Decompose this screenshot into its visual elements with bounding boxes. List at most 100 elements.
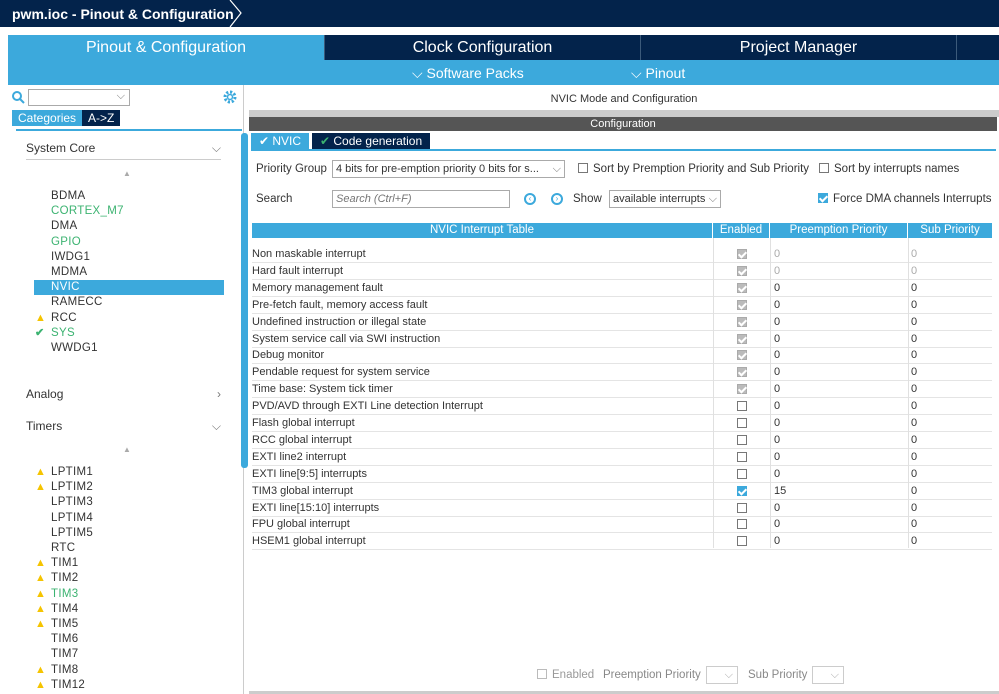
preemption-priority[interactable]: 0 xyxy=(774,500,780,517)
enabled-checkbox[interactable] xyxy=(737,536,747,547)
preemption-priority[interactable]: 0 xyxy=(774,331,780,348)
pinout-menu[interactable]: ⌵ Pinout xyxy=(631,61,685,85)
table-row[interactable]: EXTI line2 interrupt 0 0 xyxy=(252,449,992,466)
tab-nvic[interactable]: ✔ NVIC xyxy=(251,133,310,149)
search-input[interactable] xyxy=(332,190,510,208)
sub-priority[interactable]: 0 xyxy=(911,297,917,314)
show-select[interactable]: available interrupts ⌵ xyxy=(609,190,721,208)
scroll-up-icon[interactable]: ▲ xyxy=(123,445,131,454)
sidebar-item-tim1[interactable]: ▲ TIM1 xyxy=(34,556,224,571)
sidebar-item-rtc[interactable]: RTC xyxy=(34,541,224,556)
preemption-priority[interactable]: 0 xyxy=(774,516,780,533)
table-row[interactable]: Memory management fault 0 0 xyxy=(252,280,992,297)
sub-priority[interactable]: 0 xyxy=(911,500,917,517)
sub-priority[interactable]: 0 xyxy=(911,483,917,500)
sub-priority[interactable]: 0 xyxy=(911,533,917,550)
preemption-priority[interactable]: 0 xyxy=(774,381,780,398)
sub-priority[interactable]: 0 xyxy=(911,331,917,348)
priority-group-select[interactable]: 4 bits for pre-emption priority 0 bits f… xyxy=(332,160,565,178)
sub-priority[interactable]: 0 xyxy=(911,347,917,364)
enabled-checkbox[interactable] xyxy=(737,502,747,513)
enabled-checkbox[interactable] xyxy=(737,451,747,462)
section-header-analog[interactable]: Analog › xyxy=(26,387,221,401)
column-header-enabled[interactable]: Enabled xyxy=(713,223,770,238)
sub-priority[interactable]: 0 xyxy=(911,263,917,280)
section-header-system-core[interactable]: System Core ⌵ xyxy=(26,141,221,160)
tab-categories[interactable]: Categories xyxy=(12,110,83,126)
preemption-priority[interactable]: 0 xyxy=(774,415,780,432)
table-row[interactable]: System service call via SWI instruction 0… xyxy=(252,331,992,348)
sidebar-item-lptim3[interactable]: LPTIM3 xyxy=(34,495,224,510)
sidebar-search-combo[interactable]: ⌵ xyxy=(28,89,130,106)
enabled-checkbox[interactable] xyxy=(737,401,747,412)
sub-priority[interactable]: 0 xyxy=(911,280,917,297)
sidebar-item-wwdg1[interactable]: WWDG1 xyxy=(34,341,224,356)
enabled-checkbox[interactable] xyxy=(737,434,747,445)
tab-project-manager[interactable]: Project Manager xyxy=(640,35,956,60)
tab-a-z[interactable]: A->Z xyxy=(82,110,121,126)
table-row[interactable]: HSEM1 global interrupt 0 0 xyxy=(252,533,992,551)
preemption-priority[interactable]: 0 xyxy=(774,533,780,550)
tab-code-generation[interactable]: ✔ Code generation xyxy=(312,133,431,149)
sub-priority[interactable]: 0 xyxy=(911,381,917,398)
sub-priority[interactable]: 0 xyxy=(911,398,917,415)
sidebar-item-tim12[interactable]: ▲ TIM12 xyxy=(34,678,224,693)
footer-enabled-checkbox[interactable]: Enabled xyxy=(537,669,594,681)
enabled-checkbox[interactable] xyxy=(737,485,747,496)
sidebar-item-nvic[interactable]: NVIC xyxy=(34,280,224,296)
sub-priority[interactable]: 0 xyxy=(911,449,917,466)
table-row[interactable]: Debug monitor 0 0 xyxy=(252,347,992,365)
table-row[interactable]: RCC global interrupt 0 0 xyxy=(252,432,992,449)
enabled-checkbox[interactable] xyxy=(737,418,747,428)
preemption-priority[interactable]: 0 xyxy=(774,364,780,381)
column-header-name[interactable]: NVIC Interrupt Table xyxy=(252,223,713,238)
scroll-up-icon[interactable]: ▲ xyxy=(123,169,131,178)
table-row[interactable]: Flash global interrupt 0 0 xyxy=(252,415,992,432)
sub-priority[interactable]: 0 xyxy=(911,246,917,263)
preemption-priority[interactable]: 0 xyxy=(774,280,780,297)
sidebar-item-bdma[interactable]: BDMA xyxy=(34,189,224,204)
sub-priority[interactable]: 0 xyxy=(911,516,917,533)
sidebar-item-tim3[interactable]: ▲ TIM3 xyxy=(34,587,224,602)
sub-priority[interactable]: 0 xyxy=(911,314,917,331)
column-header-sub[interactable]: Sub Priority xyxy=(908,223,993,238)
table-row[interactable]: Non maskable interrupt 0 0 xyxy=(252,246,992,263)
sort-names-checkbox[interactable]: Sort by interrupts names xyxy=(819,163,959,175)
tab-tools[interactable] xyxy=(956,35,999,60)
sidebar-item-sys[interactable]: ✔ SYS xyxy=(34,326,224,341)
sidebar-item-lptim5[interactable]: LPTIM5 xyxy=(34,526,224,541)
preemption-priority[interactable]: 0 xyxy=(774,314,780,331)
sub-priority[interactable]: 0 xyxy=(911,466,917,483)
software-packs-menu[interactable]: ⌵ Software Packs xyxy=(412,61,524,85)
preemption-priority[interactable]: 15 xyxy=(774,483,786,500)
sidebar-item-tim4[interactable]: ▲ TIM4 xyxy=(34,602,224,617)
checkbox[interactable] xyxy=(818,193,828,203)
sidebar-item-tim8[interactable]: ▲ TIM8 xyxy=(34,663,224,678)
checkbox[interactable] xyxy=(819,163,829,173)
table-row[interactable]: FPU global interrupt 0 0 xyxy=(252,516,992,534)
checkbox[interactable] xyxy=(578,163,588,173)
footer-preemption-select[interactable]: ⌵ xyxy=(706,666,738,684)
sidebar-item-cortex_m7[interactable]: CORTEX_M7 xyxy=(34,204,224,219)
sidebar-item-tim7[interactable]: TIM7 xyxy=(34,647,224,662)
table-row[interactable]: Undefined instruction or illegal state 0 0 xyxy=(252,314,992,331)
sidebar-item-mdma[interactable]: MDMA xyxy=(34,265,224,280)
sidebar-item-lptim2[interactable]: ▲ LPTIM2 xyxy=(34,480,224,495)
preemption-priority[interactable]: 0 xyxy=(774,347,780,364)
footer-sub-select[interactable]: ⌵ xyxy=(812,666,844,684)
sub-priority[interactable]: 0 xyxy=(911,415,917,432)
sub-priority[interactable]: 0 xyxy=(911,432,917,449)
column-header-preemption[interactable]: Preemption Priority xyxy=(770,223,908,238)
gear-icon[interactable] xyxy=(222,89,238,105)
table-row[interactable]: PVD/AVD through EXTI Line detection Inte… xyxy=(252,398,992,416)
checkbox[interactable] xyxy=(537,669,547,679)
section-header-timers[interactable]: Timers ⌵ xyxy=(26,419,221,433)
table-row[interactable]: TIM3 global interrupt 15 0 xyxy=(252,483,992,500)
tab-pinout-configuration[interactable]: Pinout & Configuration xyxy=(8,35,324,60)
table-row[interactable]: Hard fault interrupt 0 0 xyxy=(252,263,992,280)
table-row[interactable]: Pendable request for system service 0 0 xyxy=(252,364,992,382)
sidebar-item-dma[interactable]: DMA xyxy=(34,219,224,234)
sidebar-item-iwdg1[interactable]: IWDG1 xyxy=(34,250,224,265)
sidebar-item-tim2[interactable]: ▲ TIM2 xyxy=(34,571,224,586)
preemption-priority[interactable]: 0 xyxy=(774,432,780,449)
